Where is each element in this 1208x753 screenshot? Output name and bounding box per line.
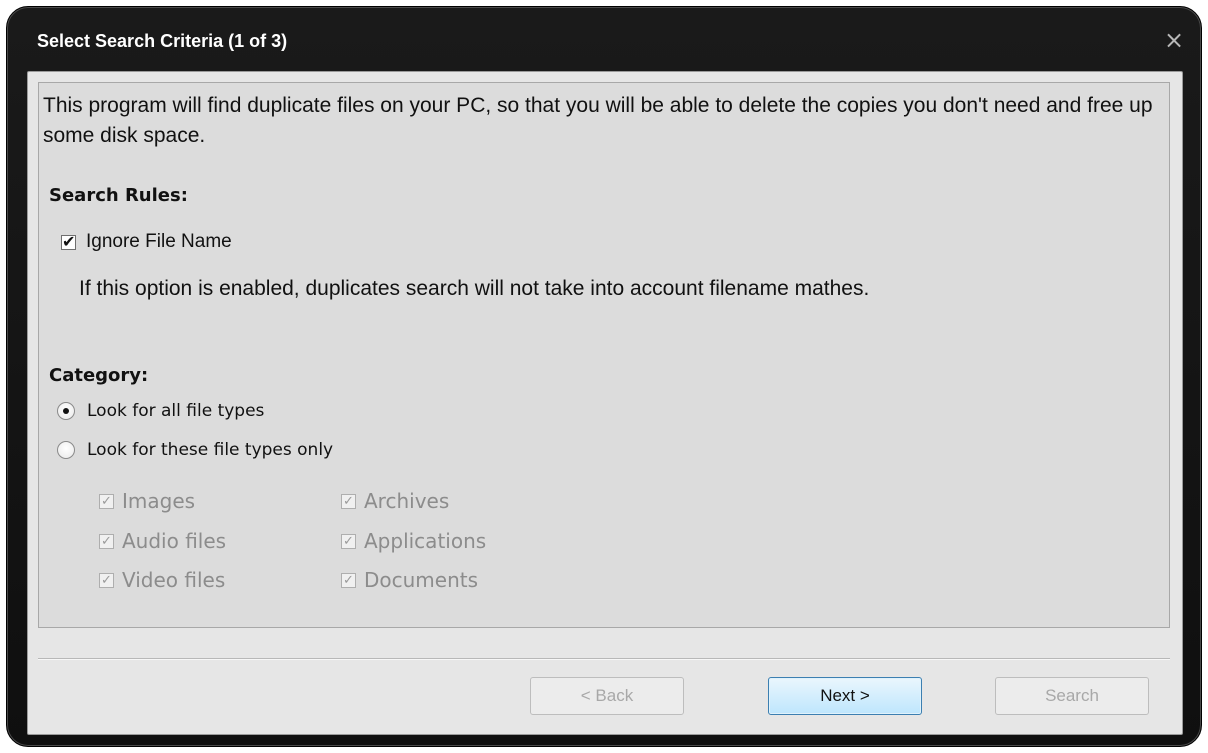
footer-divider [38,658,1170,660]
dialog-window: Select Search Criteria (1 of 3) × This p… [6,6,1202,747]
next-button[interactable]: Next > [768,677,922,715]
ignore-file-name-checkbox[interactable]: ✔ [61,231,76,251]
title-bar[interactable]: Select Search Criteria (1 of 3) × [7,7,1201,71]
dialog-title: Select Search Criteria (1 of 3) [37,31,288,51]
category-heading: Category: [49,365,149,386]
radio-all-file-types[interactable]: Look for all file types [57,401,264,421]
file-type-checkbox[interactable]: ✓ [99,533,114,549]
checkmark-icon: ✓ [343,572,354,588]
file-type-audio[interactable]: ✓ Audio files [99,529,226,553]
dialog-client-area: This program will find duplicate files o… [27,71,1183,735]
ignore-file-name-option[interactable]: ✔ Ignore File Name [61,231,232,253]
checkmark-icon: ✓ [101,533,112,549]
file-type-video[interactable]: ✓ Video files [99,568,225,592]
checkmark-icon: ✔ [62,231,76,251]
file-type-label[interactable]: Applications [364,529,486,553]
file-type-archives[interactable]: ✓ Archives [341,489,449,513]
file-type-checkbox[interactable]: ✓ [99,572,114,588]
file-type-checkbox[interactable]: ✓ [341,533,356,549]
file-type-label[interactable]: Audio files [122,529,226,553]
search-button[interactable]: Search [995,677,1149,715]
file-type-checkbox[interactable]: ✓ [341,572,356,588]
file-type-applications[interactable]: ✓ Applications [341,529,486,553]
radio-button-selected[interactable] [57,402,75,420]
ignore-file-name-description: If this option is enabled, duplicates se… [79,277,870,300]
checkmark-icon: ✓ [343,533,354,549]
radio-button-unselected[interactable] [57,441,75,459]
radio-label-specific-file-types[interactable]: Look for these file types only [87,440,333,460]
radio-dot-icon [63,408,69,414]
file-type-label[interactable]: Video files [122,568,225,592]
file-type-checkbox[interactable]: ✓ [341,493,356,509]
file-type-images[interactable]: ✓ Images [99,489,195,513]
file-type-label[interactable]: Archives [364,489,449,513]
back-button[interactable]: < Back [530,677,684,715]
ignore-file-name-label[interactable]: Ignore File Name [86,231,232,253]
file-type-label[interactable]: Images [122,489,195,513]
criteria-panel: This program will find duplicate files o… [38,82,1170,628]
file-type-checkbox[interactable]: ✓ [99,493,114,509]
checkmark-icon: ✓ [101,493,112,509]
radio-specific-file-types[interactable]: Look for these file types only [57,440,333,460]
file-type-label[interactable]: Documents [364,568,478,592]
close-icon[interactable]: × [1159,25,1189,55]
checkmark-icon: ✓ [101,572,112,588]
file-type-documents[interactable]: ✓ Documents [341,568,478,592]
checkmark-icon: ✓ [343,493,354,509]
search-rules-heading: Search Rules: [49,185,188,206]
radio-label-all-file-types[interactable]: Look for all file types [87,401,264,421]
intro-text: This program will find duplicate files o… [43,94,1153,147]
